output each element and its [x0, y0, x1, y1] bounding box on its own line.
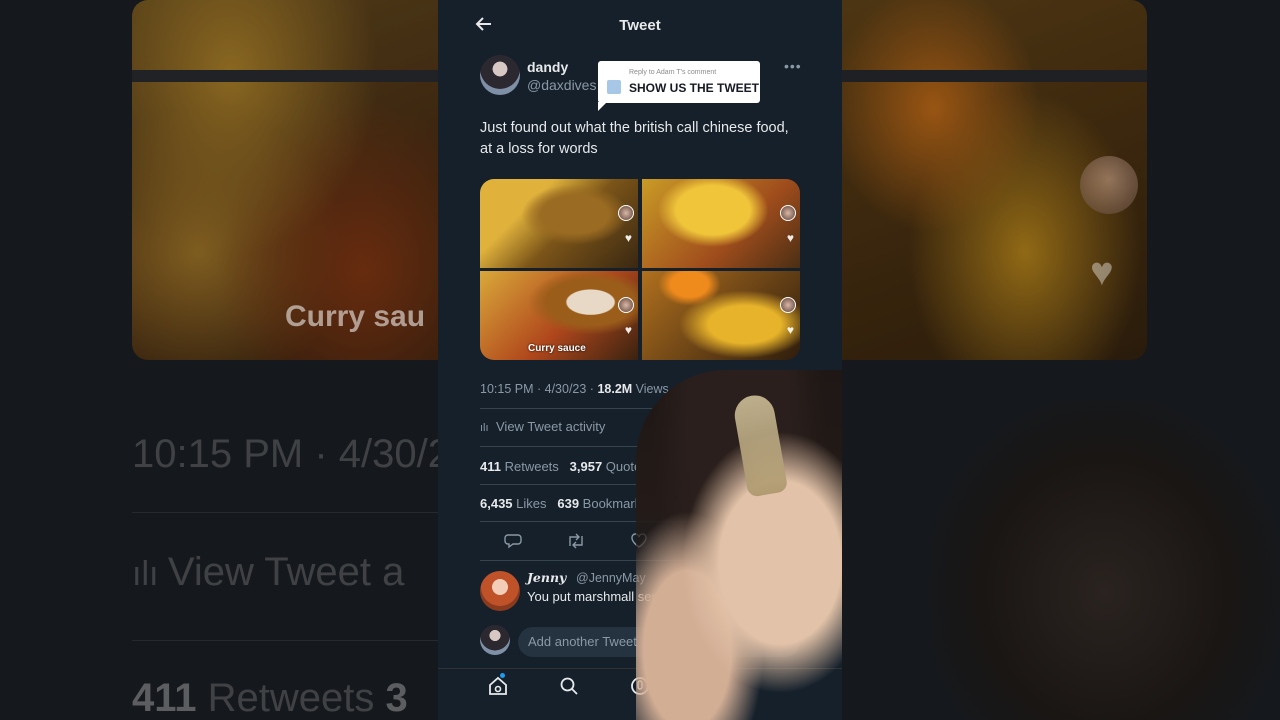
- media-image-3[interactable]: ♥ Curry sauce: [480, 271, 638, 360]
- page-title: Tweet: [619, 17, 661, 34]
- media-image-4[interactable]: ♥: [642, 271, 800, 360]
- retweets-quotes-row: 411 Retweets 3,957 Quotes: [480, 459, 648, 474]
- media-image-2[interactable]: ♥: [642, 179, 800, 268]
- heart-icon: ♥: [786, 323, 794, 337]
- background-divider: [132, 70, 438, 82]
- background-activity-icon: ılı: [132, 555, 168, 593]
- media-image-1[interactable]: ♥: [480, 179, 638, 268]
- tiktok-avatar-icon: [780, 297, 796, 313]
- likes-stat[interactable]: 6,435 Likes: [480, 496, 547, 511]
- reply-comment-sticker: Reply to Adam T's comment SHOW US THE TW…: [598, 61, 760, 111]
- likes-label: Likes: [512, 496, 547, 511]
- bookmarks-count: 639: [557, 496, 580, 511]
- reply-icon[interactable]: [503, 532, 523, 552]
- background-activity-label: View Tweet a: [167, 550, 405, 594]
- more-options-icon[interactable]: •••: [784, 58, 802, 74]
- tiktok-avatar-icon: [618, 297, 634, 313]
- commenter-avatar-icon: [607, 80, 621, 94]
- reply-sticker-meta: Reply to Adam T's comment: [629, 69, 717, 76]
- reply-avatar[interactable]: [480, 571, 520, 611]
- analytics-icon: ılı: [480, 422, 489, 434]
- reply-sticker-text: SHOW US THE TWEET: [629, 81, 759, 95]
- background-timestamp: 10:15 PM · 4/30/2: [132, 432, 438, 476]
- likes-bookmarks-row: 6,435 Likes 639 Bookmarks: [480, 496, 648, 511]
- tweet-media-grid[interactable]: ♥ ♥ ♥ Curry sauce ♥: [480, 179, 800, 360]
- tiktok-avatar-icon: [618, 205, 634, 221]
- background-activity: ılı View Tweet a: [132, 550, 404, 595]
- view-tweet-activity[interactable]: ılı View Tweet activity: [480, 419, 605, 434]
- heart-icon: ♥: [624, 323, 632, 337]
- background-stats: 411 Retweets 3: [132, 676, 408, 720]
- compose-avatar: [480, 625, 510, 655]
- bookmarks-stat[interactable]: 639 Bookmarks: [557, 496, 647, 511]
- background-separator: [132, 512, 438, 513]
- search-icon[interactable]: [558, 675, 580, 697]
- background-left-panel: Curry sau 10:15 PM · 4/30/2 ılı View Twe…: [0, 0, 438, 720]
- heart-icon: ♥: [786, 231, 794, 245]
- background-quotes-count: 3: [385, 676, 408, 720]
- tweet-timestamp: 10:15 PM · 4/30/23 · 18.2M Views: [480, 382, 669, 396]
- background-retweets-label: Retweets: [207, 676, 375, 720]
- likes-count: 6,435: [480, 496, 513, 511]
- background-divider: [842, 70, 1147, 82]
- background-avatar: [1080, 156, 1138, 214]
- heart-icon: ♥: [624, 231, 632, 245]
- background-separator: [132, 640, 438, 641]
- author-handle[interactable]: @daxdives: [527, 77, 596, 93]
- tweet-text: Just found out what the british call chi…: [480, 120, 789, 157]
- background-heart-icon: ♥: [1090, 250, 1114, 294]
- author-avatar[interactable]: [480, 55, 520, 95]
- retweets-label: Retweets: [500, 459, 559, 474]
- views-count: 18.2M: [597, 382, 633, 396]
- reply-author-name[interactable]: Jenny: [527, 570, 566, 585]
- background-presenter-hair: [930, 400, 1280, 720]
- retweets-stat[interactable]: 411 Retweets: [480, 459, 559, 474]
- tweet-time: 10:15 PM · 4/30/23 ·: [480, 382, 598, 396]
- media-caption: Curry sauce: [528, 343, 586, 354]
- quotes-count: 3,957: [569, 459, 603, 474]
- retweet-icon[interactable]: [566, 532, 586, 552]
- view-tweet-activity-label: View Tweet activity: [496, 419, 606, 434]
- home-icon[interactable]: [487, 675, 509, 697]
- top-bar: Tweet: [438, 0, 842, 50]
- background-retweets-count: 411: [132, 676, 197, 720]
- background-caption: Curry sau: [285, 300, 426, 333]
- author-name[interactable]: dandy: [527, 59, 568, 75]
- retweets-count: 411: [480, 459, 501, 474]
- tiktok-avatar-icon: [780, 205, 796, 221]
